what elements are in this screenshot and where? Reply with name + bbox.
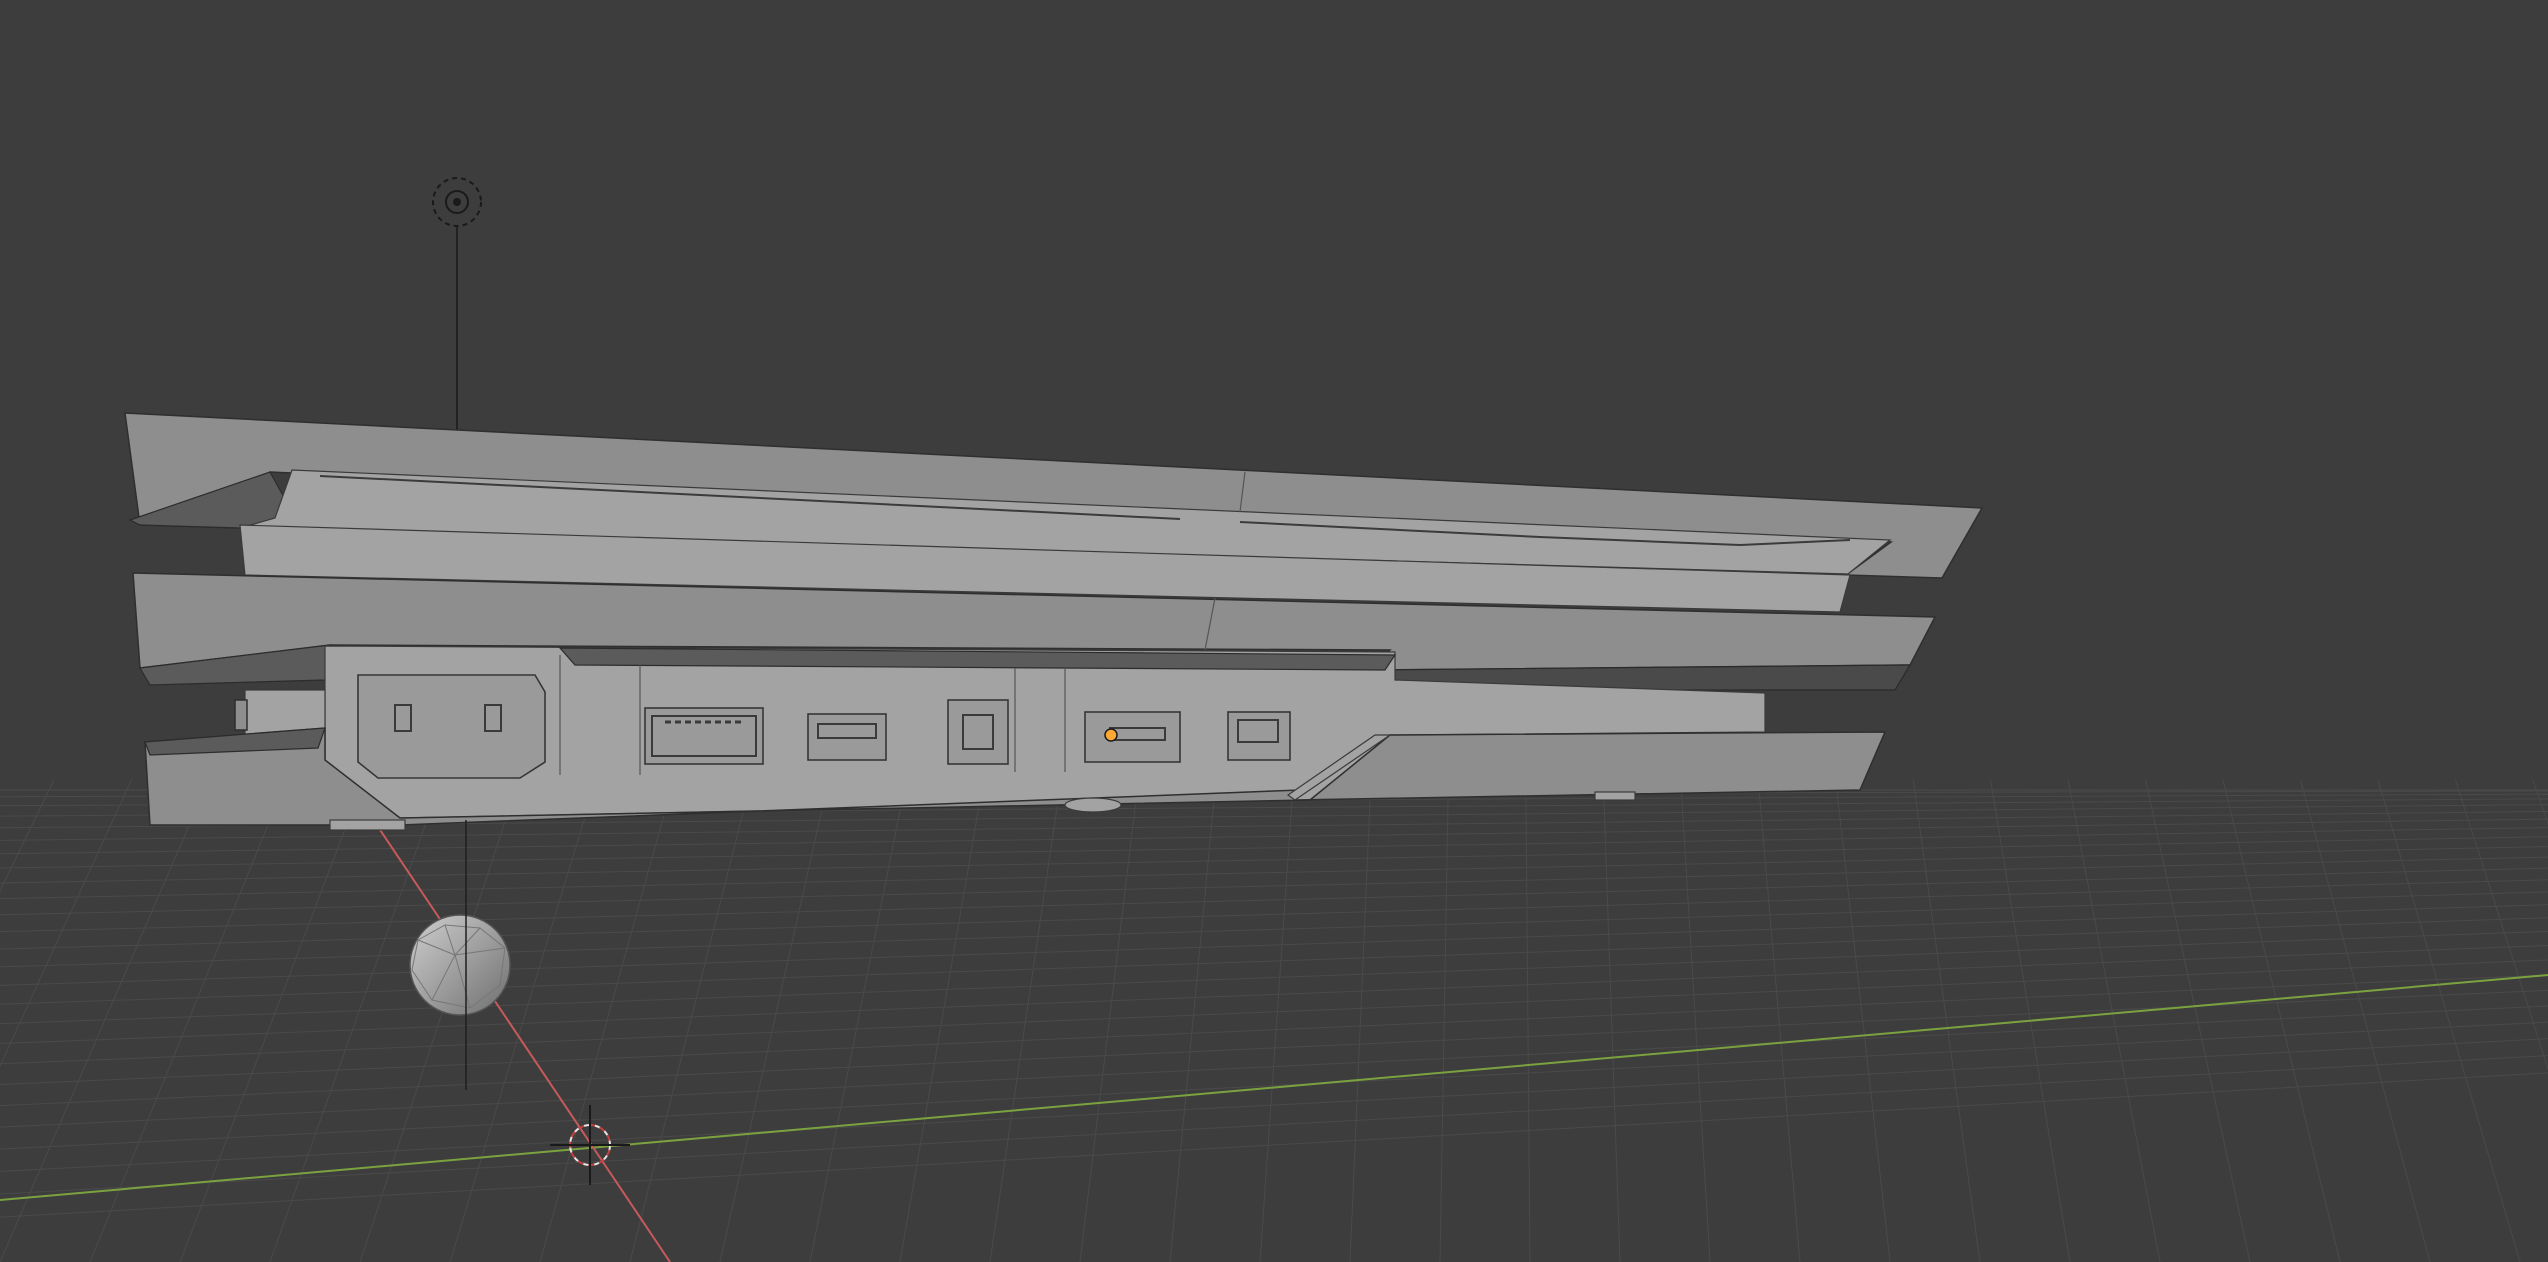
grid-line bbox=[2377, 779, 2521, 1262]
grid-line bbox=[1757, 779, 1801, 1262]
console-mesh[interactable] bbox=[124, 412, 1984, 831]
3d-cursor[interactable] bbox=[550, 1105, 630, 1185]
usb-port-2 bbox=[1084, 711, 1181, 763]
grid-line bbox=[1079, 779, 1139, 1262]
grid-line bbox=[809, 779, 907, 1262]
grid-line bbox=[629, 779, 752, 1262]
floor-grid bbox=[0, 779, 2548, 1262]
grid-line bbox=[1439, 779, 1449, 1262]
grid-line bbox=[2067, 779, 2161, 1262]
grid-line bbox=[0, 879, 2548, 950]
ethernet-port bbox=[1227, 711, 1291, 761]
grid-line bbox=[1602, 779, 1621, 1262]
object-origin[interactable] bbox=[1104, 728, 1118, 742]
grid-line bbox=[1259, 779, 1294, 1262]
3d-viewport[interactable] bbox=[0, 0, 2548, 1262]
y-axis-line bbox=[359, 799, 671, 1262]
hdmi-port bbox=[644, 707, 764, 765]
grid-line bbox=[0, 891, 2548, 968]
grid-line bbox=[2454, 779, 2548, 1071]
power-port bbox=[357, 674, 546, 779]
grid-line bbox=[0, 1005, 2548, 1128]
grid-line bbox=[2300, 779, 2431, 1262]
grid-line bbox=[269, 779, 442, 1262]
light-object[interactable] bbox=[432, 177, 482, 430]
grid-line bbox=[0, 867, 2548, 933]
foot-middle bbox=[1064, 797, 1122, 813]
foot-right bbox=[1594, 791, 1636, 801]
foot-left bbox=[329, 819, 406, 831]
grid-line bbox=[359, 779, 520, 1262]
grid-line bbox=[0, 779, 55, 893]
grid-line bbox=[1525, 779, 1531, 1262]
grid-line bbox=[0, 836, 2548, 884]
usb-port-1 bbox=[807, 713, 887, 761]
grid-line bbox=[2532, 779, 2548, 826]
grid-line bbox=[0, 1055, 2548, 1195]
viewport-canvas[interactable] bbox=[0, 0, 2548, 1262]
grid-line bbox=[1912, 779, 1981, 1262]
grid-line bbox=[539, 779, 675, 1262]
x-axis-line bbox=[0, 974, 2548, 1201]
grid-line bbox=[719, 779, 830, 1262]
grid-line bbox=[0, 1072, 2548, 1218]
grid-line bbox=[1169, 779, 1217, 1262]
grid-line bbox=[0, 856, 2548, 916]
grid-line bbox=[0, 944, 2548, 1045]
grid-line bbox=[179, 779, 365, 1262]
grid-line bbox=[0, 1021, 2548, 1150]
grid-line bbox=[1349, 779, 1372, 1262]
optical-port bbox=[947, 699, 1009, 765]
